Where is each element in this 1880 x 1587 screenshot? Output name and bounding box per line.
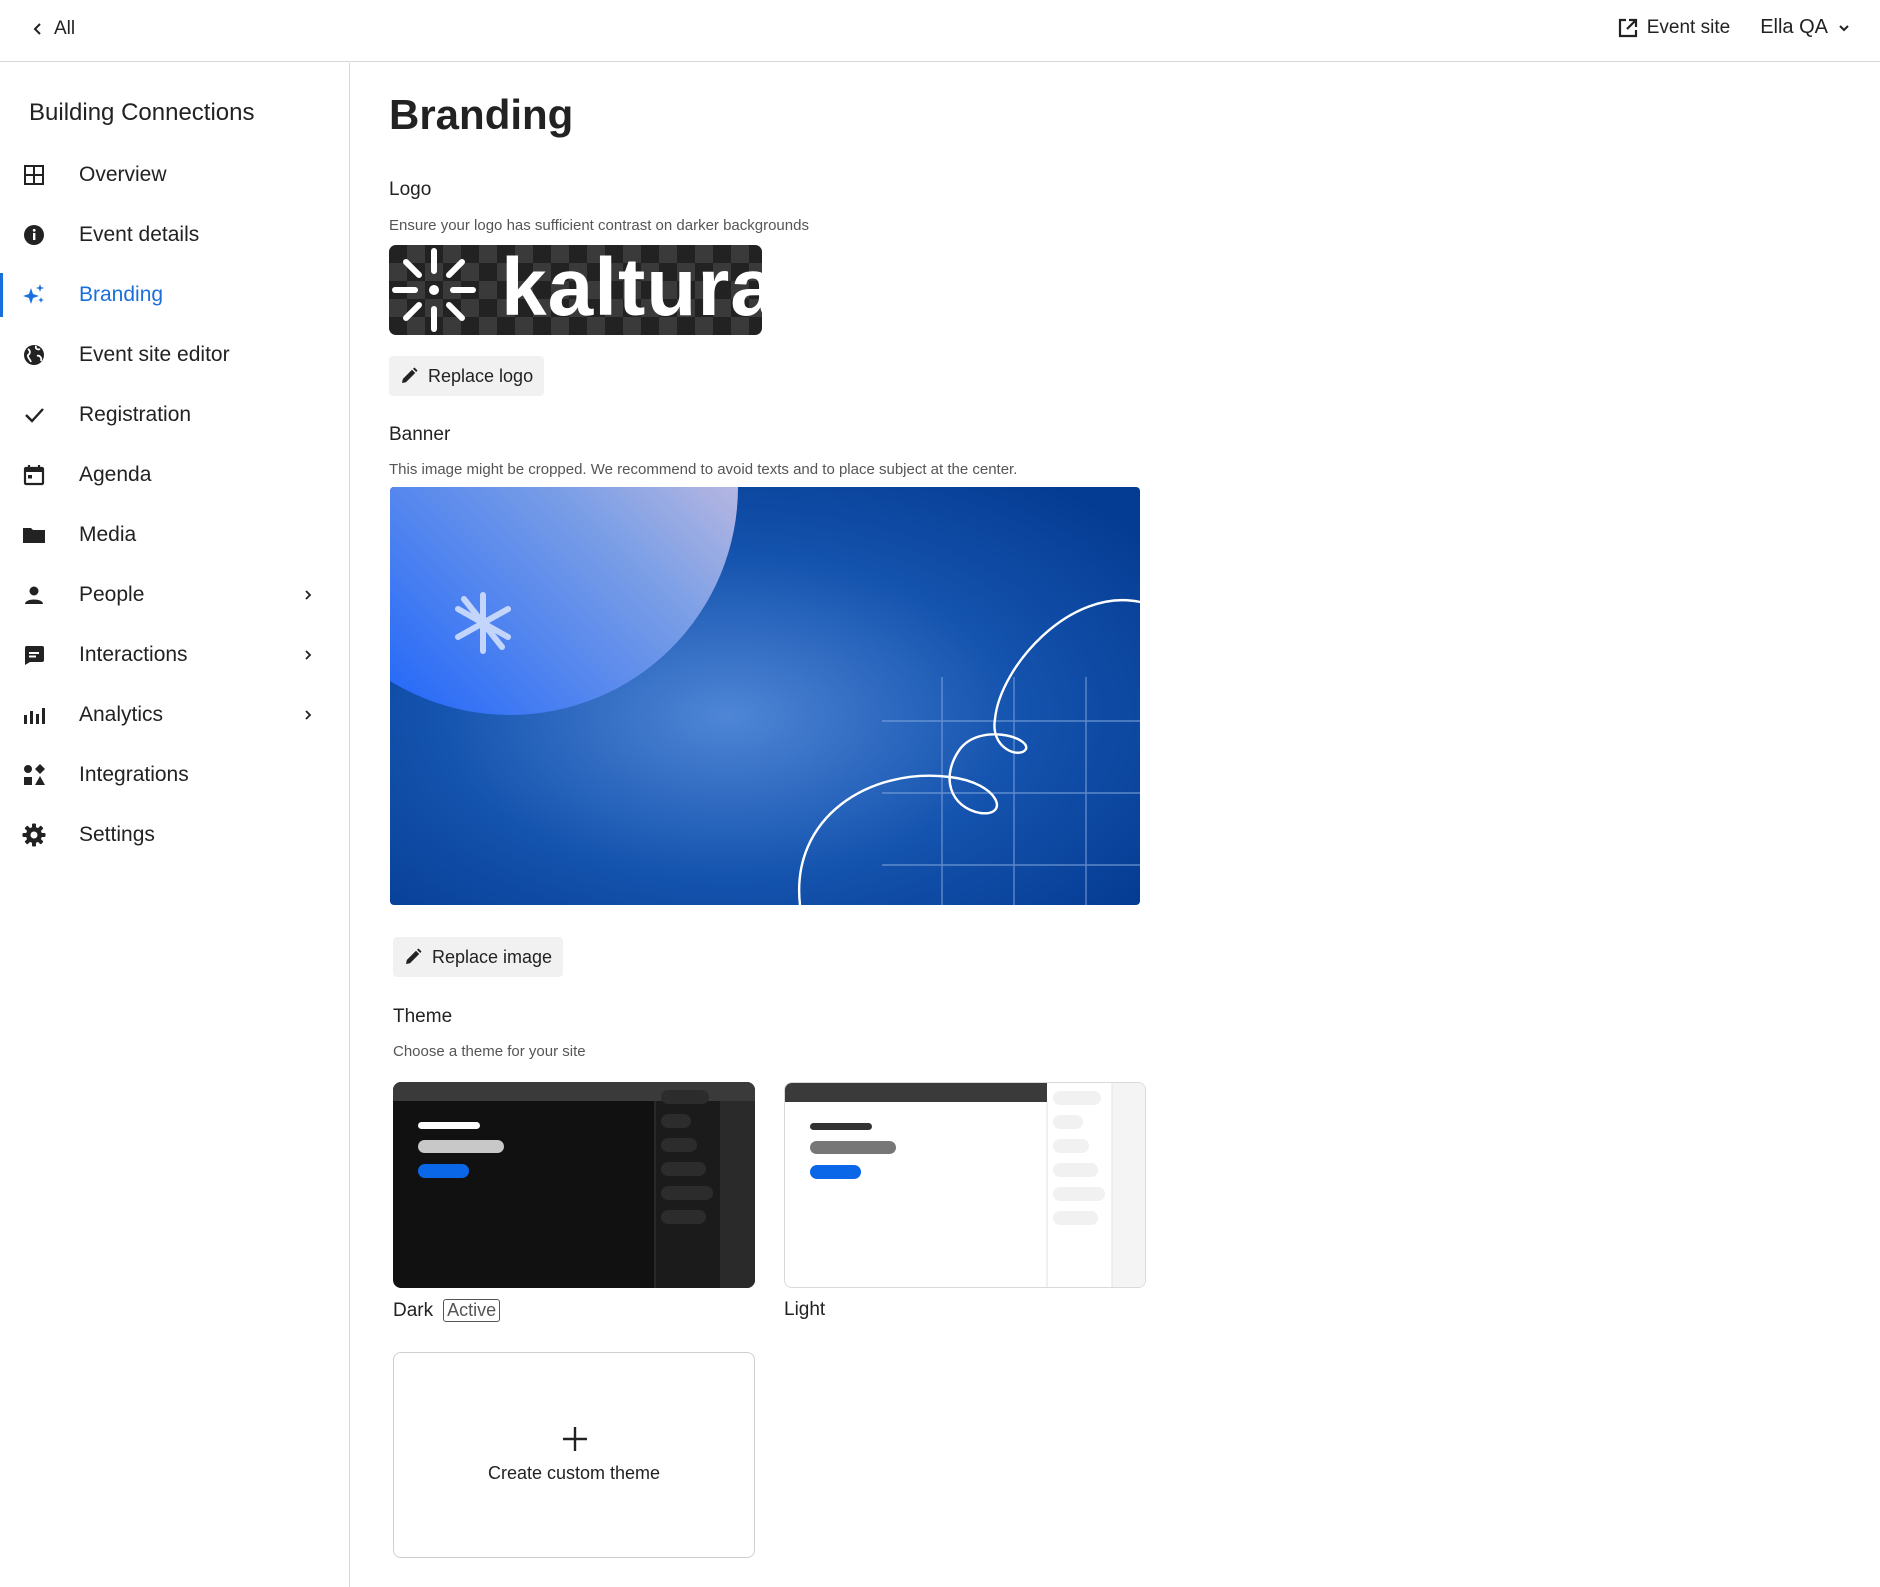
- event-site-label: Event site: [1646, 16, 1731, 38]
- replace-image-label: Replace image: [432, 946, 553, 967]
- user-name: Ella QA: [1760, 16, 1828, 38]
- calendar-icon: [22, 463, 46, 487]
- user-menu[interactable]: Ella QA: [1760, 16, 1850, 39]
- sidebar-item-label: Settings: [79, 823, 155, 846]
- theme-option-light[interactable]: [784, 1082, 1146, 1288]
- banner-section-description: This image might be cropped. We recommen…: [389, 461, 1018, 478]
- sidebar-item-agenda[interactable]: Agenda: [0, 445, 349, 505]
- replace-image-button[interactable]: Replace image: [393, 937, 564, 977]
- chevron-right-icon: [305, 590, 312, 600]
- banner-preview: [390, 487, 1140, 905]
- page-title: Branding: [389, 91, 574, 138]
- sidebar-item-settings[interactable]: Settings: [0, 805, 349, 865]
- folder-icon: [22, 523, 46, 547]
- sidebar-item-event-details[interactable]: Event details: [0, 205, 349, 265]
- theme-option-dark[interactable]: [393, 1082, 755, 1288]
- sidebar-item-overview[interactable]: Overview: [0, 145, 349, 205]
- banner-image: [390, 487, 1140, 905]
- chevron-left-icon: [33, 23, 41, 35]
- sidebar: Building Connections Overview Event deta…: [0, 63, 350, 1587]
- sidebar-item-label: Event details: [79, 223, 200, 246]
- dark-theme-preview: [393, 1082, 755, 1288]
- sidebar-item-label: Branding: [79, 283, 164, 306]
- create-custom-theme-button[interactable]: Create custom theme: [393, 1352, 755, 1558]
- sidebar-item-label: Agenda: [79, 463, 152, 486]
- main-content: Branding Logo Ensure your logo has suffi…: [351, 63, 1880, 1587]
- info-icon: [22, 223, 46, 247]
- theme-section-description: Choose a theme for your site: [393, 1043, 586, 1060]
- sidebar-item-people[interactable]: People: [0, 565, 349, 625]
- shapes-icon: [22, 763, 46, 787]
- logo-section-label: Logo: [389, 179, 432, 200]
- replace-logo-label: Replace logo: [428, 365, 534, 386]
- theme-section-label: Theme: [393, 1006, 453, 1027]
- top-bar: All Event site Ella QA: [0, 0, 1880, 62]
- sidebar-item-event-site-editor[interactable]: Event site editor: [0, 325, 349, 385]
- globe-icon: [22, 343, 46, 367]
- sidebar-item-media[interactable]: Media: [0, 505, 349, 565]
- theme-option-light-label: Light: [784, 1299, 825, 1321]
- theme-name: Light: [784, 1299, 826, 1320]
- sidebar-item-analytics[interactable]: Analytics: [0, 685, 349, 745]
- sidebar-item-label: Registration: [79, 403, 192, 426]
- sidebar-item-label: Analytics: [79, 703, 164, 726]
- light-theme-preview: [785, 1083, 1145, 1287]
- sidebar-item-integrations[interactable]: Integrations: [0, 745, 349, 805]
- logo-section-description: Ensure your logo has sufficient contrast…: [389, 217, 809, 234]
- event-name: Building Connections: [29, 99, 255, 126]
- theme-option-dark-label: Dark Active: [393, 1299, 501, 1322]
- check-icon: [22, 403, 46, 427]
- sidebar-item-label: Interactions: [79, 643, 188, 666]
- chat-icon: [22, 643, 46, 667]
- pencil-icon: [406, 948, 422, 964]
- chevron-down-icon: [1839, 24, 1849, 31]
- banner-section-label: Banner: [389, 424, 451, 445]
- chevron-right-icon: [305, 710, 312, 720]
- replace-logo-button[interactable]: Replace logo: [389, 356, 545, 396]
- sidebar-item-label: Overview: [79, 163, 167, 186]
- event-site-link[interactable]: Event site: [1617, 17, 1730, 39]
- back-to-all-link[interactable]: All: [32, 18, 75, 40]
- sidebar-nav: Overview Event details Branding Event si…: [0, 145, 349, 865]
- bar-chart-icon: [22, 703, 46, 727]
- sidebar-item-label: People: [79, 583, 145, 606]
- active-badge: Active: [443, 1299, 501, 1322]
- sidebar-item-registration[interactable]: Registration: [0, 385, 349, 445]
- create-custom-theme-label: Create custom theme: [487, 1463, 661, 1483]
- back-label: All: [54, 18, 76, 39]
- sidebar-item-label: Event site editor: [79, 343, 230, 366]
- chevron-right-icon: [305, 650, 312, 660]
- external-link-icon: [1618, 18, 1637, 37]
- plus-icon: [563, 1427, 587, 1451]
- logo-wordmark: kaltura: [501, 245, 762, 333]
- sidebar-item-interactions[interactable]: Interactions: [0, 625, 349, 685]
- sidebar-item-label: Media: [79, 523, 137, 546]
- top-right-controls: Event site Ella QA: [1617, 16, 1850, 39]
- logo-preview: kaltura: [389, 245, 762, 335]
- person-icon: [22, 583, 46, 607]
- sparkle-icon: [22, 283, 46, 307]
- sidebar-item-label: Integrations: [79, 763, 189, 786]
- gear-icon: [22, 823, 46, 847]
- sidebar-item-branding[interactable]: Branding: [0, 265, 349, 325]
- kaltura-asterisk-icon: [392, 248, 476, 332]
- pencil-icon: [402, 367, 418, 383]
- theme-name: Dark: [393, 1299, 434, 1321]
- grid-icon: [22, 163, 46, 187]
